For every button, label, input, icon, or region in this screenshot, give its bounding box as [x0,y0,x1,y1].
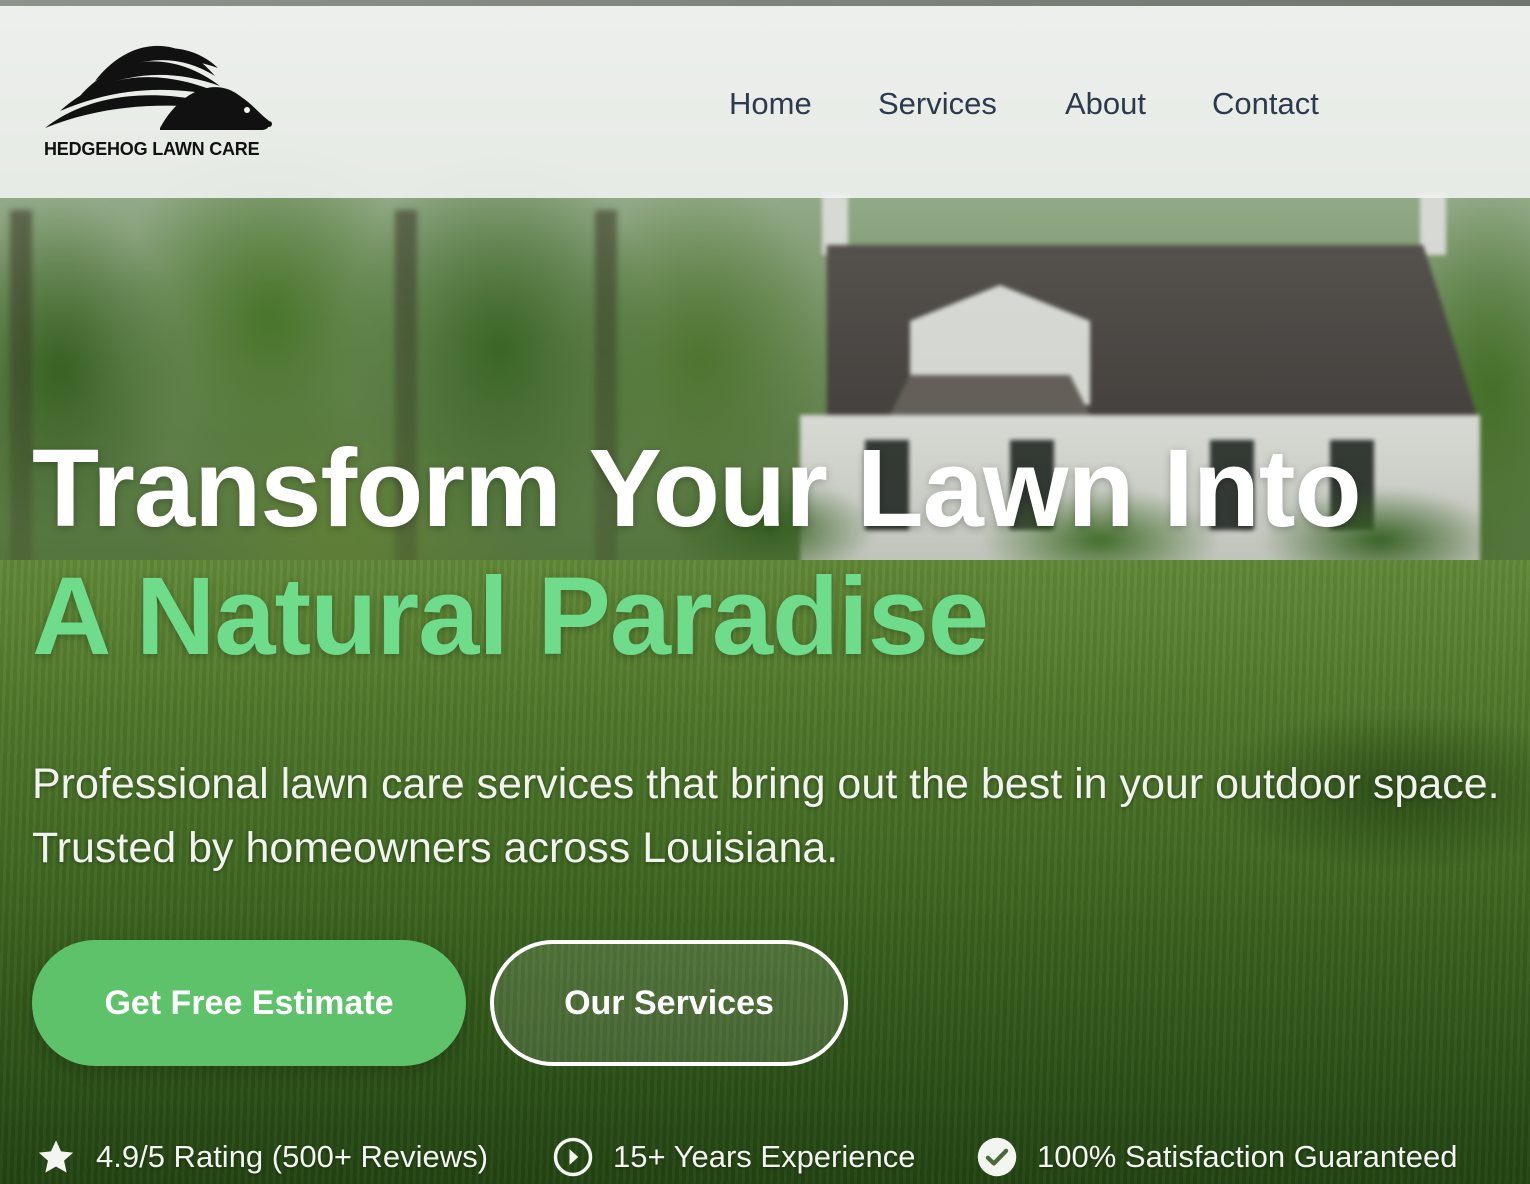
rating-badge: 4.9/5 Rating (500+ Reviews) [34,1130,488,1184]
nav-contact[interactable]: Contact [1212,86,1319,122]
experience-text: 15+ Years Experience [613,1139,916,1174]
nav-about[interactable]: About [1065,86,1146,122]
rating-text: 4.9/5 Rating (500+ Reviews) [96,1139,489,1174]
hero-subtitle: Professional lawn care services that bri… [32,760,1500,872]
get-free-estimate-button[interactable]: Get Free Estimate [32,940,466,1066]
our-services-button[interactable]: Our Services [490,940,848,1066]
nav-home[interactable]: Home [729,86,812,122]
check-circle-icon [975,1135,1019,1179]
trust-badges: 4.9/5 Rating (500+ Reviews) 15+ Years Ex… [0,1130,1530,1184]
play-circle-icon [551,1135,595,1179]
nav-services[interactable]: Services [878,86,997,122]
brand-logo[interactable]: HEDGEHOG LAWN CARE [40,36,280,166]
satisfaction-text: 100% Satisfaction Guaranteed [1037,1139,1458,1174]
experience-badge: 15+ Years Experience [551,1130,915,1184]
hedgehog-logo-icon [45,45,272,130]
hero-title-accent: A Natural Paradise [32,555,989,678]
brand-name: HEDGEHOG LAWN CARE [44,139,260,159]
site-header: HEDGEHOG LAWN CARE Home Services About C… [0,6,1530,198]
satisfaction-badge: 100% Satisfaction Guaranteed [975,1130,1458,1184]
hero-title: Transform Your Lawn Into A Natural Parad… [32,425,1362,681]
hero-title-line1: Transform Your Lawn Into [32,427,1362,550]
star-icon [34,1135,78,1179]
page: HEDGEHOG LAWN CARE Home Services About C… [0,0,1530,1184]
